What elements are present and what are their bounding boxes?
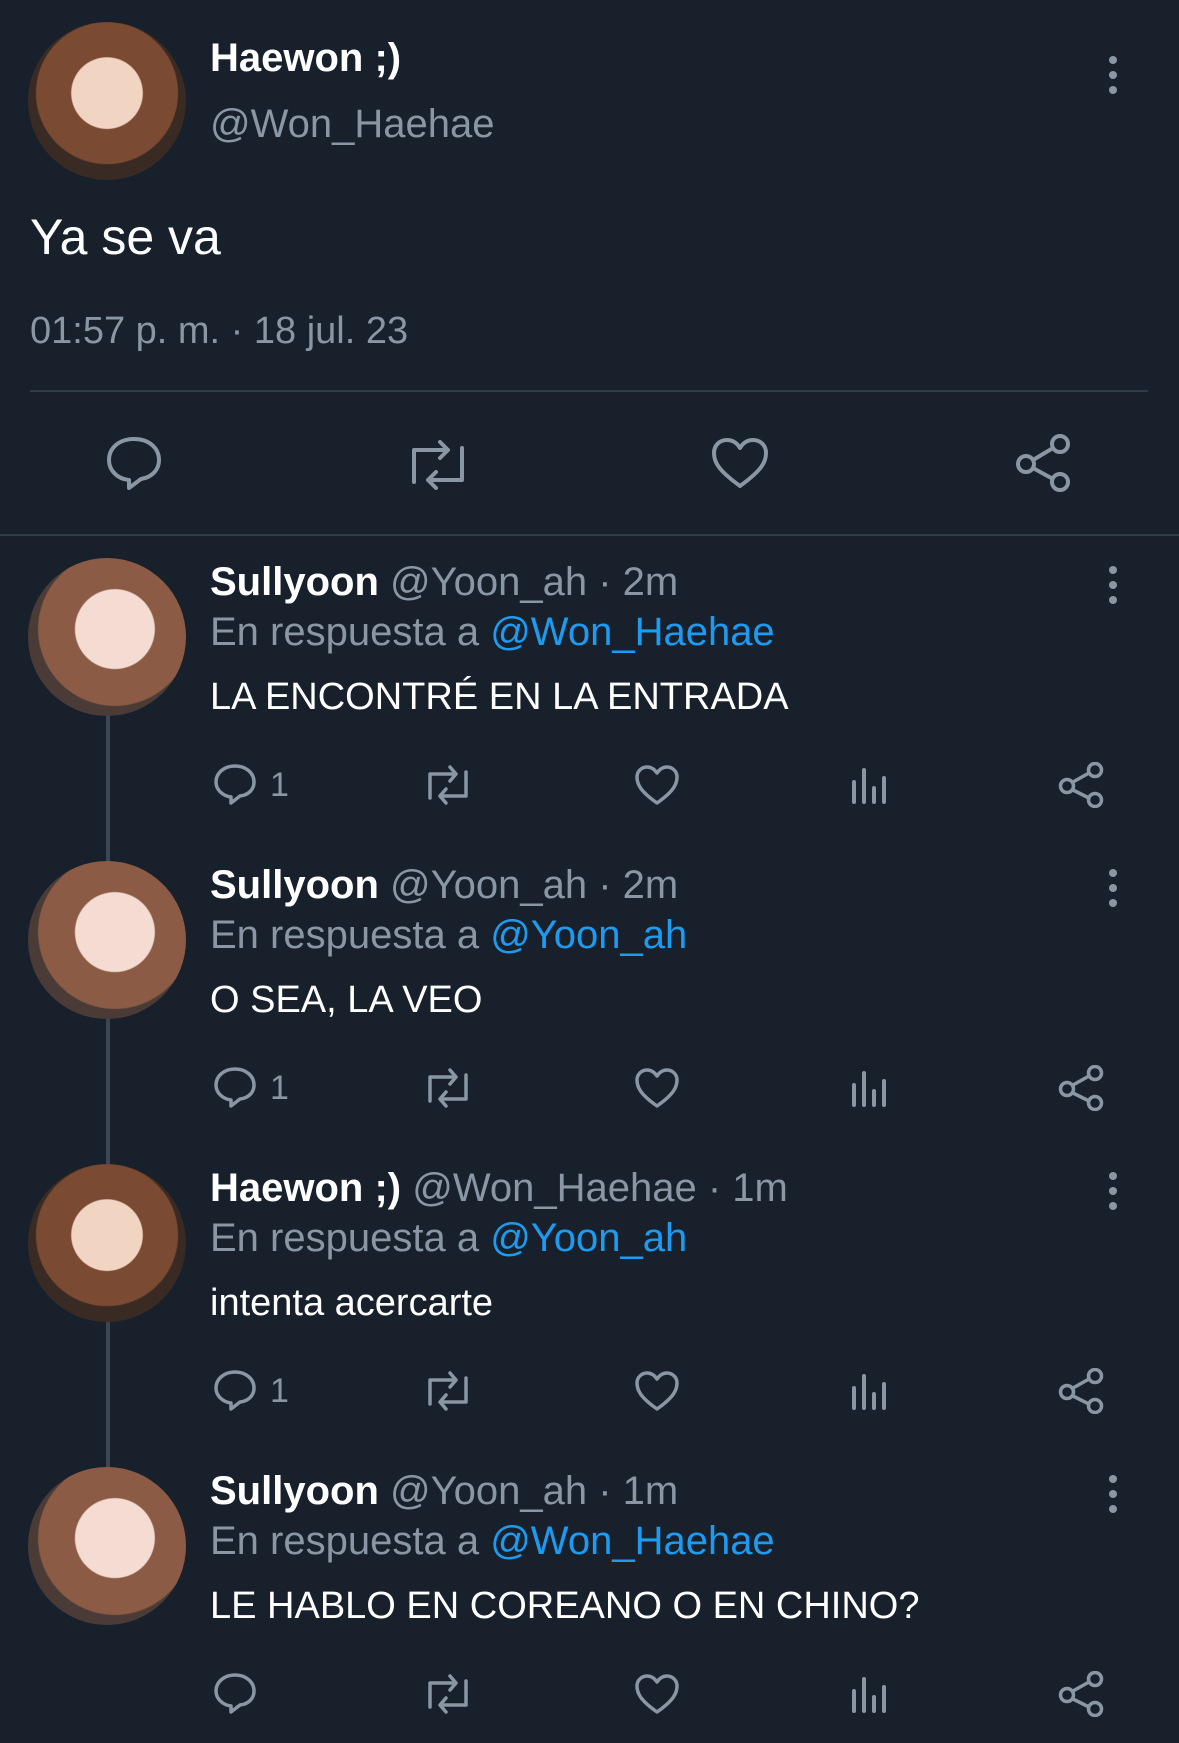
- divider: [30, 390, 1148, 392]
- more-options-icon[interactable]: [1108, 56, 1118, 101]
- reply-icon[interactable]: [212, 1065, 258, 1109]
- handle-and-time[interactable]: @Yoon_ah · 2m: [390, 560, 678, 604]
- display-name[interactable]: Haewon ;): [210, 36, 401, 81]
- thread-line: [106, 1015, 110, 1167]
- reply-to-link[interactable]: @Won_Haehae: [490, 1519, 775, 1563]
- like-icon[interactable]: [634, 1370, 680, 1412]
- reply-count: 1: [270, 766, 289, 804]
- display-name[interactable]: Sullyoon: [210, 560, 379, 604]
- analytics-icon[interactable]: [850, 1673, 888, 1713]
- tweet-text: O SEA, LA VEO: [210, 979, 483, 1021]
- reply-icon[interactable]: [104, 434, 164, 490]
- share-icon[interactable]: [1058, 1671, 1104, 1717]
- thread-line: [106, 1318, 110, 1470]
- like-icon[interactable]: [710, 436, 770, 490]
- display-name[interactable]: Haewon ;): [210, 1166, 401, 1210]
- analytics-icon[interactable]: [850, 1067, 888, 1107]
- reply-icon[interactable]: [212, 1368, 258, 1412]
- analytics-icon[interactable]: [850, 764, 888, 804]
- reply-to-link[interactable]: @Yoon_ah: [490, 1216, 687, 1260]
- reply-prefix: En respuesta a: [210, 1216, 480, 1260]
- retweet-icon[interactable]: [422, 1067, 474, 1109]
- divider: [0, 534, 1179, 536]
- avatar[interactable]: [28, 558, 186, 716]
- reply-to-link[interactable]: @Yoon_ah: [490, 913, 687, 957]
- like-icon[interactable]: [634, 1067, 680, 1109]
- share-icon[interactable]: [1058, 1368, 1104, 1414]
- tweet-text: Ya se va: [30, 209, 221, 265]
- retweet-icon[interactable]: [404, 438, 472, 492]
- display-name[interactable]: Sullyoon: [210, 1469, 379, 1513]
- reply-to-link[interactable]: @Won_Haehae: [490, 610, 775, 654]
- avatar[interactable]: [28, 22, 186, 180]
- more-options-icon[interactable]: [1108, 869, 1118, 914]
- tweet-text: LA ENCONTRÉ EN LA ENTRADA: [210, 676, 789, 718]
- thread-line: [106, 712, 110, 864]
- tweet-text: LE HABLO EN COREANO O EN CHINO?: [210, 1585, 920, 1627]
- retweet-icon[interactable]: [422, 1673, 474, 1715]
- display-name[interactable]: Sullyoon: [210, 863, 379, 907]
- retweet-icon[interactable]: [422, 1370, 474, 1412]
- handle-and-time[interactable]: @Yoon_ah · 2m: [390, 863, 678, 907]
- reply-prefix: En respuesta a: [210, 610, 480, 654]
- reply-prefix: En respuesta a: [210, 913, 480, 957]
- analytics-icon[interactable]: [850, 1370, 888, 1410]
- reply-icon[interactable]: [212, 1671, 258, 1715]
- reply-prefix: En respuesta a: [210, 1519, 480, 1563]
- reply-count: 1: [270, 1372, 289, 1410]
- handle[interactable]: @Won_Haehae: [210, 102, 495, 147]
- tweet-timestamp: 01:57 p. m. · 18 jul. 23: [30, 310, 409, 352]
- tweet-text: intenta acercarte: [210, 1282, 494, 1324]
- handle-and-time[interactable]: @Yoon_ah · 1m: [390, 1469, 678, 1513]
- more-options-icon[interactable]: [1108, 1475, 1118, 1520]
- more-options-icon[interactable]: [1108, 1172, 1118, 1217]
- share-icon[interactable]: [1058, 1065, 1104, 1111]
- like-icon[interactable]: [634, 1673, 680, 1715]
- reply-count: 1: [270, 1069, 289, 1107]
- share-icon[interactable]: [1058, 762, 1104, 808]
- avatar[interactable]: [28, 1467, 186, 1625]
- reply-icon[interactable]: [212, 762, 258, 806]
- share-icon[interactable]: [1014, 434, 1072, 492]
- more-options-icon[interactable]: [1108, 566, 1118, 611]
- like-icon[interactable]: [634, 764, 680, 806]
- handle-and-time[interactable]: @Won_Haehae · 1m: [412, 1166, 788, 1210]
- avatar[interactable]: [28, 861, 186, 1019]
- retweet-icon[interactable]: [422, 764, 474, 806]
- avatar[interactable]: [28, 1164, 186, 1322]
